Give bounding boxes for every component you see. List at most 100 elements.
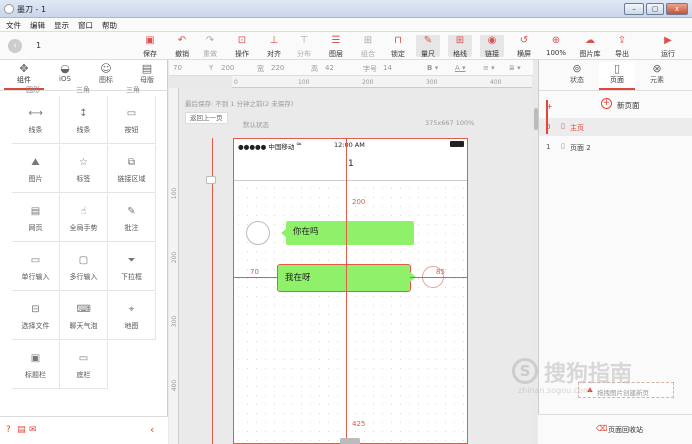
page-index: 1 xyxy=(546,143,551,151)
menu-view[interactable]: 显示 xyxy=(54,20,69,31)
toolbar-label: 操作 xyxy=(235,50,249,58)
page-list-item[interactable]: 1 ▯ 页面 2 xyxy=(539,138,692,156)
line-height-icon[interactable]: ≣ ▾ xyxy=(509,64,521,72)
toolbar-button-1[interactable]: ▣ 保存 xyxy=(138,35,162,59)
toolbar-button-8[interactable]: ⊞ 组合 xyxy=(356,35,380,59)
page-name: 主页 xyxy=(570,124,584,132)
component-item[interactable]: ✎ 批注 xyxy=(108,194,156,242)
component-item[interactable]: ▭ 按钮 xyxy=(108,96,156,144)
toolbar-button-13[interactable]: ↺ 横屏 xyxy=(512,35,536,59)
component-item[interactable]: ⟷ 线条 xyxy=(12,96,60,144)
dropdown-icon: ⏷ xyxy=(127,255,136,266)
guide-handle[interactable] xyxy=(206,176,216,184)
component-item[interactable]: ☆ 标签 xyxy=(60,145,108,193)
component-item[interactable]: ▤ 网页 xyxy=(12,194,60,242)
component-item[interactable]: ▭ 单行输入 xyxy=(12,243,60,291)
page-list-item[interactable]: 0 ▯ 主页 xyxy=(539,118,692,136)
right-tab-2[interactable]: ▯ 页面 xyxy=(599,62,635,90)
right-tab-3[interactable]: ⊗ 元素 xyxy=(639,62,675,85)
measure-left: 70 xyxy=(250,268,259,276)
component-item[interactable]: ⌨ 聊天气泡 xyxy=(60,292,108,340)
bold-icon[interactable]: B ▾ xyxy=(427,64,438,72)
nav-title: 1 xyxy=(348,159,354,169)
width-value[interactable]: 220 xyxy=(271,64,284,72)
menu-window[interactable]: 窗口 xyxy=(78,20,93,31)
toolbar-button-7[interactable]: ☰ 图层 xyxy=(324,35,348,59)
component-item[interactable]: ↕ 线条 xyxy=(60,96,108,144)
component-item[interactable]: ⌖ 地图 xyxy=(108,292,156,340)
ruler-tick: 300 xyxy=(171,315,179,328)
add-page-icon[interactable]: + xyxy=(601,98,612,109)
text-color-icon[interactable]: A ▾ xyxy=(455,64,466,72)
maximize-button[interactable]: ▢ xyxy=(646,3,664,15)
chat-bubble-left[interactable]: 你在吗 xyxy=(286,221,414,245)
component-item[interactable]: ☝ 全局手势 xyxy=(60,194,108,242)
minimize-button[interactable]: – xyxy=(624,3,644,15)
component-item[interactable]: ⛰ 图片 xyxy=(12,145,60,193)
component-label: 网页 xyxy=(28,224,43,232)
component-item[interactable]: ⊟ 选择文件 xyxy=(12,292,60,340)
ruler-tick: 400 xyxy=(171,379,179,392)
left-tab-2[interactable]: ◒ iOS xyxy=(45,62,85,83)
back-page-button[interactable]: 返回上一页 xyxy=(185,112,228,124)
toolbar-label: 重做 xyxy=(203,50,217,58)
left-tab-4[interactable]: ▤ 母版 xyxy=(127,62,167,85)
toolbar-button-16[interactable]: ⇪ 导出 xyxy=(610,35,634,59)
left-tab-3[interactable]: ☺ 图标 xyxy=(86,62,126,85)
toolbar-button-10[interactable]: ✎ 量尺 xyxy=(416,35,440,58)
height-value[interactable]: 42 xyxy=(325,64,334,72)
close-button[interactable]: x xyxy=(666,3,688,15)
toolbar-button-6[interactable]: ⊤ 分布 xyxy=(292,35,316,59)
doc-icon[interactable]: ▤ xyxy=(17,425,26,435)
battery-icon xyxy=(450,141,464,147)
font-size-value[interactable]: 14 xyxy=(383,64,392,72)
toolbar-button-5[interactable]: ⊥ 对齐 xyxy=(262,35,286,59)
component-item[interactable]: ▭ 底栏 xyxy=(60,341,108,389)
menu-edit[interactable]: 编辑 xyxy=(30,20,45,31)
component-item[interactable]: ⧉ 链接区域 xyxy=(108,145,156,193)
help-icon[interactable]: ? xyxy=(6,425,11,435)
toolbar-button-17[interactable]: ▶ 运行 xyxy=(656,35,680,59)
menu-help[interactable]: 帮助 xyxy=(102,20,117,31)
toolbar-button-11[interactable]: ⊞ 格线 xyxy=(448,35,472,58)
ruler-tick: 100 xyxy=(298,79,310,86)
component-item[interactable]: ⏷ 下拉框 xyxy=(108,243,156,291)
add-page-button[interactable]: 新页面 xyxy=(617,100,640,111)
toolbar-button-4[interactable]: ⊡ 操作 xyxy=(230,35,254,59)
trash-icon: ⌫ xyxy=(596,424,608,433)
x-value[interactable]: 70 xyxy=(173,64,182,72)
avatar[interactable] xyxy=(246,221,270,245)
component-label: 标签 xyxy=(76,175,91,183)
chat-bubble-right[interactable]: 我在呀 xyxy=(277,264,411,292)
canvas-bottom-handle[interactable] xyxy=(340,438,360,444)
save-icon: ▣ xyxy=(145,35,155,46)
menu-file[interactable]: 文件 xyxy=(6,20,21,31)
toolbar-label: 100% xyxy=(545,49,566,57)
ruler-tick: 0 xyxy=(234,79,238,86)
message-icon[interactable]: ✉ xyxy=(29,425,37,435)
button-icon: ▭ xyxy=(126,108,137,119)
toolbar-button-14[interactable]: ⊕ 100% xyxy=(544,35,568,57)
component-item[interactable]: ▣ 标题栏 xyxy=(12,341,60,389)
toolbar-button-12[interactable]: ◉ 链接 xyxy=(480,35,504,58)
toolbar-button-2[interactable]: ↶ 撤销 xyxy=(170,35,194,59)
component-item[interactable]: ▢ 多行输入 xyxy=(60,243,108,291)
measure-bottom: 425 xyxy=(352,420,366,428)
link-icon: ◉ xyxy=(487,35,497,46)
y-value[interactable]: 200 xyxy=(221,64,234,72)
apple-icon: ◒ xyxy=(60,62,70,75)
toolbar-button-3[interactable]: ↷ 重做 xyxy=(198,35,222,59)
drop-image-zone[interactable]: ⛰ 拖拽图片创建新页 xyxy=(578,382,674,398)
toolbar-button-15[interactable]: ☁ 图片库 xyxy=(578,35,602,59)
phone-artboard[interactable]: ●●●●● 中国移动 ≈ 12:00 AM 1 你在吗 我在呀 xyxy=(233,138,468,444)
collapse-icon[interactable]: ‹ xyxy=(150,423,154,436)
property-bar: 70 Y 200 宽 220 高 42 字号 14 B ▾ A ▾ ≡ ▾ ≣ … xyxy=(169,60,533,76)
layer-icon: ☰ xyxy=(331,35,341,46)
recycle-bin-bar[interactable]: ⌫ 页面回收站 xyxy=(538,414,692,444)
title-bar: 墨刀 - 1 – ▢ x xyxy=(0,0,692,18)
back-circle-icon[interactable]: ‹ xyxy=(8,39,22,53)
right-tab-1[interactable]: ⊚ 状态 xyxy=(559,62,595,85)
text-align-icon[interactable]: ≡ ▾ xyxy=(483,64,495,72)
toolbar-button-9[interactable]: ⊓ 锁定 xyxy=(386,35,410,59)
bottombar-icon: ▭ xyxy=(78,353,89,364)
